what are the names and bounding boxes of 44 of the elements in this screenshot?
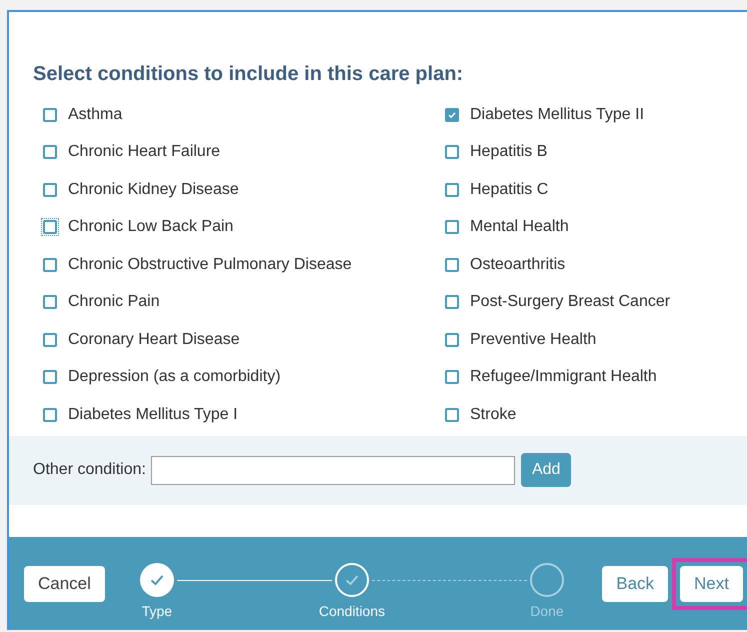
checkbox-label[interactable]: Diabetes Mellitus Type II [470,106,644,124]
checkbox[interactable] [445,295,459,310]
checkbox[interactable] [43,332,57,347]
checkbox-label[interactable]: Mental Health [470,218,569,236]
checkbox-label[interactable]: Preventive Health [470,330,596,349]
checkbox[interactable] [445,108,459,122]
checkbox-label[interactable]: Chronic Pain [68,293,160,312]
checkbox[interactable] [43,108,57,122]
section-heading: Select conditions to include in this care plan: [33,63,464,86]
checkbox-label[interactable]: Hepatitis B [470,143,548,162]
checkbox-label[interactable]: Chronic Low Back Pain [68,218,234,236]
checkbox-label[interactable]: Post-Surgery Breast Cancer [470,293,670,312]
checkbox-label[interactable]: Chronic Heart Failure [68,143,220,162]
checkbox-label[interactable]: Chronic Obstructive Pulmonary Disease [68,256,352,274]
field-label: Other condition: [33,461,146,479]
checkbox[interactable] [445,258,459,272]
checkbox-label[interactable]: Stroke [470,406,516,424]
checkbox[interactable] [43,295,57,310]
checkbox[interactable] [43,182,57,197]
checkbox-label[interactable]: Hepatitis C [470,180,548,199]
checkbox[interactable] [445,220,459,234]
checkbox-label[interactable]: Diabetes Mellitus Type I [68,406,238,424]
checkbox[interactable] [445,370,459,384]
checkbox[interactable] [445,145,459,160]
checkbox[interactable] [445,182,459,197]
input-field[interactable] [150,456,515,484]
checkbox[interactable] [43,145,57,160]
checkbox[interactable] [43,408,57,422]
checkbox-label[interactable]: Chronic Kidney Disease [68,180,239,199]
checkbox-label[interactable]: Refugee/Immigrant Health [470,368,657,386]
checkbox[interactable] [445,332,459,347]
next-button[interactable]: Next [680,566,743,602]
checkbox[interactable] [445,408,459,422]
back-button[interactable]: Back [602,566,668,602]
checkbox-label[interactable]: Depression (as a comorbidity) [68,368,281,386]
checkbox-label[interactable]: Osteoarthritis [470,256,566,274]
step-label: Conditions [318,602,385,618]
cancel-button[interactable]: Cancel [24,566,105,602]
checkbox[interactable] [43,258,57,272]
step-label: Done [530,602,564,618]
checkbox-label[interactable]: Asthma [68,106,122,124]
checkbox-label[interactable]: Coronary Heart Disease [68,330,240,349]
step-label: Type [142,602,172,618]
checkbox[interactable] [43,370,57,384]
